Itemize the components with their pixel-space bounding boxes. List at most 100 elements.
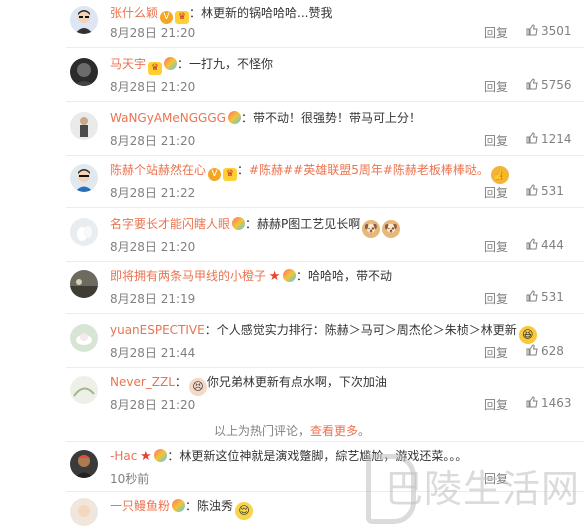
doge-emoji-icon: 🐶 <box>382 220 401 238</box>
reply-button[interactable]: 回复 <box>484 344 508 361</box>
comment-time: 8月28日 21:20 <box>110 240 196 254</box>
thumbs-up-emoji-icon: 👍 <box>490 166 509 184</box>
comment-item: Never_ZZL： 😣 你兄弟林更新有点水啊，下次加油 8月28日 21:20 回… <box>0 368 584 420</box>
laughing-emoji-icon: 😆 <box>518 326 537 344</box>
comment-item: 名字要长才能闪瞎人眼 ：赫赫P图工艺见长啊 🐶 🐶 8月28日 21:20 回复 44… <box>0 208 584 262</box>
comment-line: 即将拥有两条马甲线的小橙子 ★ ：哈哈哈，带不动 <box>110 269 393 284</box>
comment-text: 林更新的锅哈哈哈...赞我 <box>201 6 333 20</box>
reply-button[interactable]: 回复 <box>484 238 508 255</box>
verified-icon: V <box>160 11 174 24</box>
comment-text: 赫赫P图工艺见长啊 <box>257 217 361 231</box>
thumbs-up-icon <box>526 344 538 356</box>
like-count: 531 <box>541 290 564 304</box>
thumbs-up-icon <box>526 290 538 302</box>
like-count: 1214 <box>541 132 572 146</box>
like-count: 3501 <box>541 24 572 38</box>
like-count: 5756 <box>541 78 572 92</box>
view-more-link[interactable]: 查看更多 <box>310 424 358 438</box>
reply-button[interactable]: 回复 <box>484 78 508 95</box>
comment-line: 一只鳗鱼粉 ：陈浊秀 😌 <box>110 498 254 520</box>
avatar[interactable] <box>70 112 98 140</box>
thumbs-up-icon <box>526 132 538 144</box>
comment-text: 带不动！很强势！带马可上分！ <box>252 111 421 125</box>
username-link[interactable]: Never_ZZL <box>110 375 175 389</box>
thumbs-up-icon <box>526 396 538 408</box>
face-emoji-icon: 😣 <box>188 378 207 396</box>
avatar[interactable] <box>70 6 98 34</box>
comment-time: 8月28日 21:44 <box>110 346 196 360</box>
comment-item: 一只鳗鱼粉 ：陈浊秀 😌 <box>0 492 584 526</box>
avatar[interactable] <box>70 324 98 352</box>
like-count: 1463 <box>541 396 572 410</box>
comment-item: WaNGyAMeNGGGG ：带不动！很强势！带马可上分！ 8月28日 21:20… <box>0 102 584 156</box>
like-button[interactable]: 628 <box>526 344 564 358</box>
like-button[interactable]: 531 <box>526 290 564 304</box>
comment-text: 陈浊秀 <box>197 499 234 513</box>
comment-time: 10秒前 <box>110 472 150 486</box>
vip-icon: ♛ <box>223 168 238 181</box>
comment-time: 8月28日 21:20 <box>110 134 196 148</box>
comment-time: 8月28日 21:20 <box>110 398 196 412</box>
like-button[interactable]: 531 <box>526 184 564 198</box>
more-bar-text: 以上为热门评论， <box>213 424 310 438</box>
comment-line: 名字要长才能闪瞎人眼 ：赫赫P图工艺见长啊 🐶 🐶 <box>110 216 401 238</box>
like-button[interactable]: 5756 <box>526 78 572 92</box>
username-link[interactable]: 张什么颖 <box>110 6 158 20</box>
vip-icon: ♛ <box>175 11 190 24</box>
comment-time: 8月28日 21:20 <box>110 80 196 94</box>
bulb-icon <box>172 499 186 512</box>
username-link[interactable]: -Hac <box>110 449 137 463</box>
comment-line: -Hac ★ ：林更新这位神就是演戏蹩脚，綜艺尴尬，游戏还菜。。。 <box>110 449 468 464</box>
bulb-icon <box>154 449 168 462</box>
username-link[interactable]: yuanESPECTIVE <box>110 323 205 337</box>
comment-text: 林更新这位神就是演戏蹩脚，綜艺尴尬，游戏还菜。。。 <box>179 449 468 463</box>
star-icon: ★ <box>139 449 152 464</box>
comment-item: 张什么颖 V ♛ ：林更新的锅哈哈哈...赞我 8月28日 21:20 回复 3501 <box>0 0 584 48</box>
avatar[interactable] <box>70 218 98 246</box>
reply-button[interactable]: 回复 <box>484 24 508 41</box>
comment-text: 个人感觉实力排行：陈赫＞马可＞周杰伦＞朱桢＞林更新 <box>216 323 517 337</box>
comment-text: 一打九，不怪你 <box>189 57 274 71</box>
username-link[interactable]: 马天宇 <box>110 57 146 71</box>
username-link[interactable]: 一只鳗鱼粉 <box>110 499 170 513</box>
comment-text: 你兄弟林更新有点水啊，下次加油 <box>206 375 387 389</box>
username-link[interactable]: 名字要长才能闪瞎人眼 <box>110 217 230 231</box>
comment-text: 哈哈哈，带不动 <box>308 269 393 283</box>
avatar[interactable] <box>70 450 98 478</box>
hashtag-link[interactable]: #陈赫##英雄联盟5周年#陈赫老板棒棒哒。 <box>249 163 489 177</box>
comment-line: Never_ZZL： 😣 你兄弟林更新有点水啊，下次加油 <box>110 374 387 396</box>
reply-button[interactable]: 回复 <box>484 290 508 307</box>
bulb-icon <box>283 269 297 282</box>
vip-icon: ♛ <box>148 62 163 75</box>
comment-time: 8月28日 21:20 <box>110 26 196 40</box>
verified-icon: V <box>208 168 222 181</box>
doge-emoji-icon: 🐶 <box>362 220 381 238</box>
comment-item: -Hac ★ ：林更新这位神就是演戏蹩脚，綜艺尴尬，游戏还菜。。。 10秒前 回复 <box>0 442 584 492</box>
username-link[interactable]: 陈赫个站赫然在心 <box>110 163 206 177</box>
reply-button[interactable]: 回复 <box>484 132 508 149</box>
comment-line: WaNGyAMeNGGGG ：带不动！很强势！带马可上分！ <box>110 111 421 125</box>
star-icon: ★ <box>268 269 281 284</box>
like-button[interactable]: 444 <box>526 238 564 252</box>
like-button[interactable]: 3501 <box>526 24 572 38</box>
like-button[interactable]: 1214 <box>526 132 572 146</box>
thumbs-up-icon <box>526 238 538 250</box>
more-bar-suffix: 。 <box>358 424 371 438</box>
reply-button[interactable]: 回复 <box>484 470 508 487</box>
bulb-icon <box>232 217 246 230</box>
avatar[interactable] <box>70 270 98 298</box>
comment-item: 陈赫个站赫然在心 V ♛ ：#陈赫##英雄联盟5周年#陈赫老板棒棒哒。 👍 8月28日 … <box>0 156 584 208</box>
avatar[interactable] <box>70 376 98 404</box>
like-button[interactable]: 1463 <box>526 396 572 410</box>
username-link[interactable]: 即将拥有两条马甲线的小橙子 <box>110 269 266 283</box>
like-count: 444 <box>541 238 564 252</box>
comment-item: yuanESPECTIVE：个人感觉实力排行：陈赫＞马可＞周杰伦＞朱桢＞林更新 😆… <box>0 314 584 368</box>
like-count: 531 <box>541 184 564 198</box>
comment-item: 马天宇 ♛ ：一打九，不怪你 8月28日 21:20 回复 5756 <box>0 48 584 102</box>
reply-button[interactable]: 回复 <box>484 396 508 413</box>
reply-button[interactable]: 回复 <box>484 184 508 201</box>
avatar[interactable] <box>70 164 98 192</box>
avatar[interactable] <box>70 58 98 86</box>
bulb-icon <box>227 111 241 124</box>
username-link[interactable]: WaNGyAMeNGGGG <box>110 111 226 125</box>
